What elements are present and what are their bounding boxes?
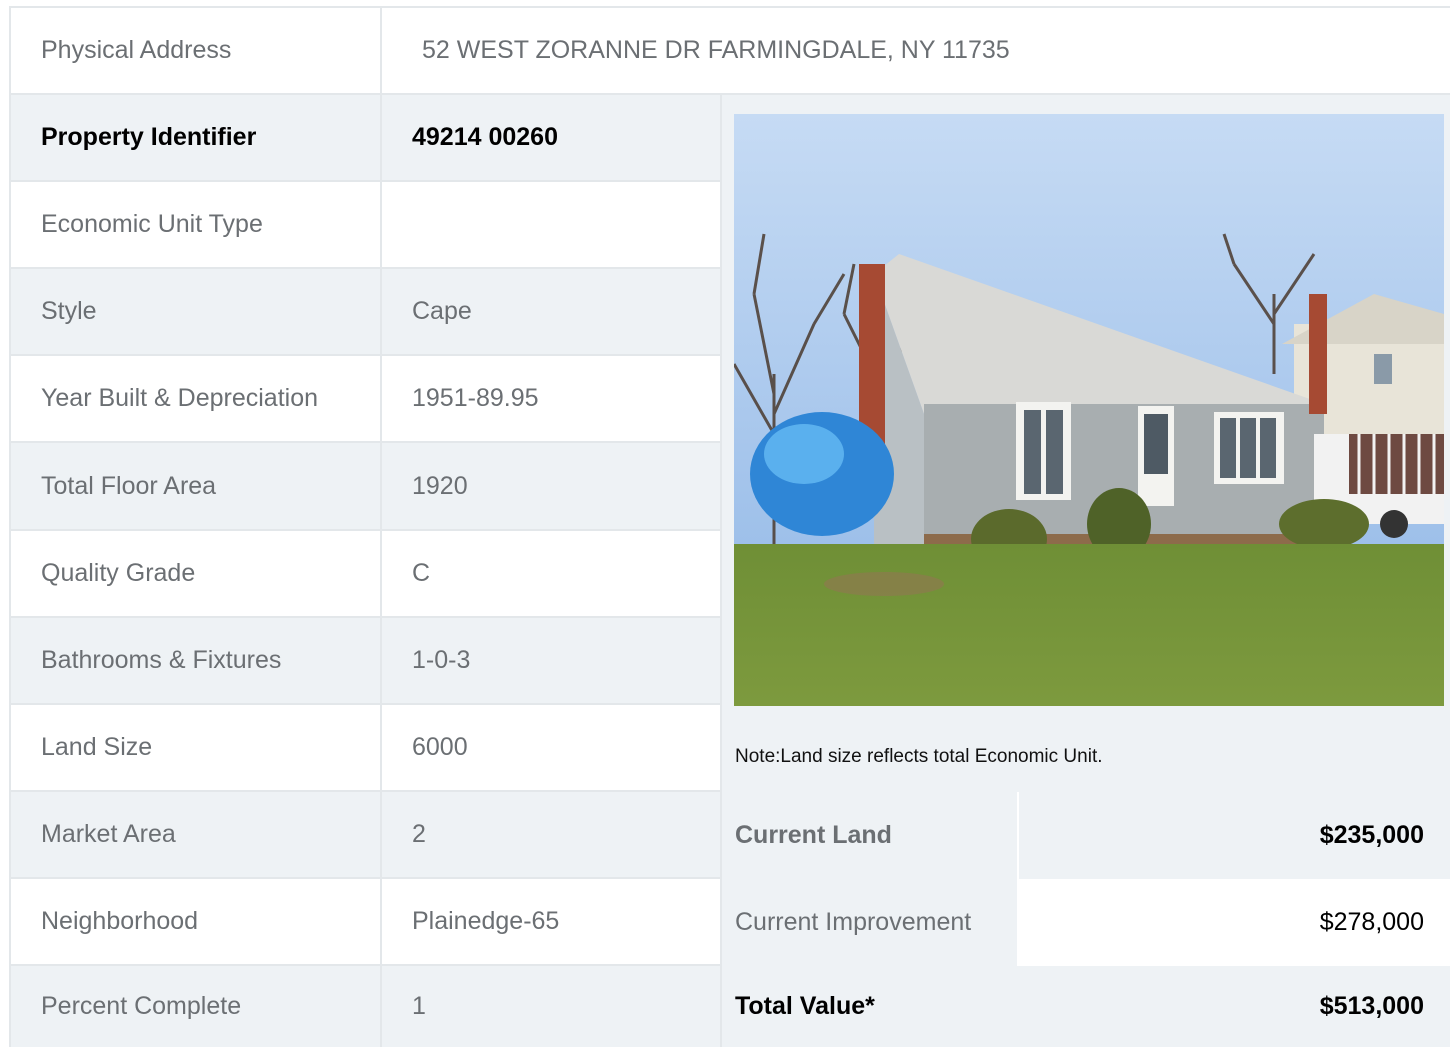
property-photo [734,114,1444,706]
row-label-economic-unit-type: Economic Unit Type [11,182,382,269]
row-label-total-floor-area: Total Floor Area [11,443,382,531]
row-label-land-size: Land Size [11,705,382,792]
table-left-border [9,95,11,1047]
current-land-label: Current Land [735,821,892,849]
row-label-property-identifier: Property Identifier [11,95,382,182]
land-size-note: Note:Land size reflects total Economic U… [735,746,1103,767]
row-value-economic-unit-type [382,182,722,269]
row-label-style: Style [11,269,382,356]
current-improvement-value: $278,000 [1017,879,1450,966]
total-value-label: Total Value* [735,992,875,1020]
row-label-bathrooms: Bathrooms & Fixtures [11,618,382,705]
address-value: 52 WEST ZORANNE DR FARMINGDALE, NY 11735 [382,8,1450,93]
row-label-year-built: Year Built & Depreciation [11,356,382,443]
row-value-percent-complete: 1 [382,966,722,1047]
current-land-value: $235,000 [1017,792,1450,879]
row-label-percent-complete: Percent Complete [11,966,382,1047]
row-value-market-area: 2 [382,792,722,879]
property-record-page: Physical Address 52 WEST ZORANNE DR FARM… [0,0,1450,1047]
row-label-neighborhood: Neighborhood [11,879,382,966]
house-photo-illustration [734,114,1444,706]
row-value-year-built: 1951-89.95 [382,356,722,443]
row-value-land-size: 6000 [382,705,722,792]
address-label: Physical Address [11,8,382,93]
row-label-quality-grade: Quality Grade [11,531,382,618]
row-label-market-area: Market Area [11,792,382,879]
row-value-total-floor-area: 1920 [382,443,722,531]
row-value-property-identifier: 49214 00260 [382,95,722,182]
row-value-quality-grade: C [382,531,722,618]
row-value-neighborhood: Plainedge-65 [382,879,722,966]
row-value-bathrooms: 1-0-3 [382,618,722,705]
current-improvement-label: Current Improvement [735,908,972,936]
row-value-style: Cape [382,269,722,356]
total-value-amount: $513,000 [1017,966,1450,1047]
